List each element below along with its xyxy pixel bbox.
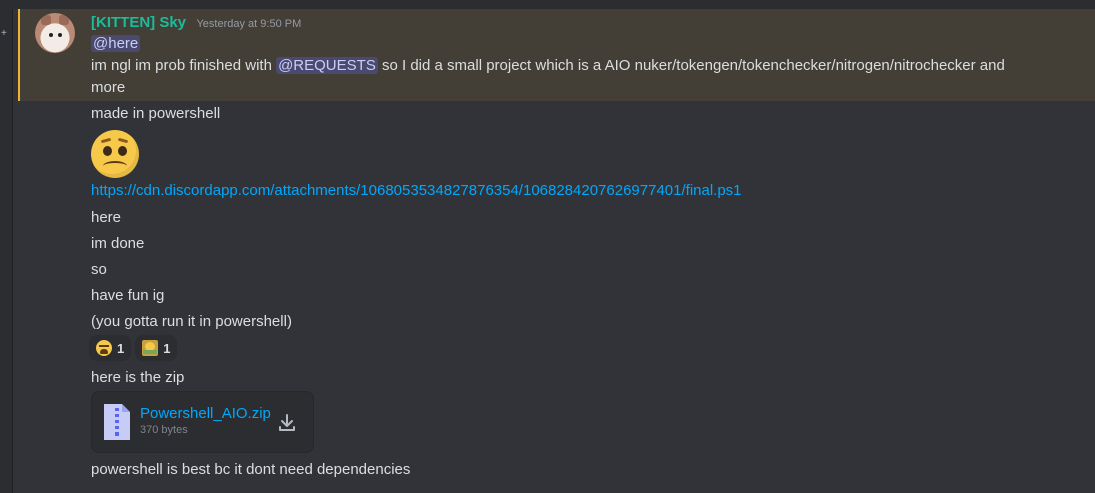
message-here-zip: here is the zip bbox=[91, 369, 185, 386]
message-so: so bbox=[91, 261, 107, 278]
zip-file-icon bbox=[104, 404, 130, 440]
emoji-eye-right bbox=[118, 146, 127, 156]
avatar-ear-right bbox=[59, 15, 69, 25]
woozy-face-emoji[interactable] bbox=[91, 130, 139, 178]
reaction-money[interactable]: 1 bbox=[135, 335, 178, 361]
rail-divider bbox=[12, 9, 13, 493]
emoji-mouth bbox=[103, 161, 127, 171]
timestamp[interactable]: Yesterday at 9:50 PM bbox=[196, 18, 301, 30]
attachment-link[interactable]: https://cdn.discordapp.com/attachments/1… bbox=[91, 181, 742, 201]
mention-role[interactable]: @REQUESTS bbox=[276, 57, 378, 74]
message-im-done: im done bbox=[91, 235, 145, 252]
message-header: [KITTEN] Sky Yesterday at 9:50 PM bbox=[91, 14, 301, 32]
message-made-in: made in powershell bbox=[91, 105, 221, 122]
message-powershell-best: powershell is best bc it dont need depen… bbox=[91, 461, 411, 478]
emoji-brow-right bbox=[117, 137, 129, 144]
message-have-fun: have fun ig bbox=[91, 287, 165, 304]
money-mouth-icon bbox=[142, 340, 159, 356]
username[interactable]: [KITTEN] Sky bbox=[91, 14, 186, 31]
avatar-ear-left bbox=[41, 15, 51, 25]
left-rail: + bbox=[0, 9, 12, 493]
line-text-prefix: im ngl im prob finished with bbox=[91, 57, 277, 74]
message-here: here bbox=[91, 209, 122, 226]
file-size: 370 bytes bbox=[140, 424, 188, 436]
emoji-brow-left bbox=[100, 137, 112, 144]
mention-here[interactable]: @here bbox=[91, 35, 141, 52]
message-line-here: @here bbox=[91, 34, 141, 54]
reaction-count: 1 bbox=[117, 340, 125, 356]
avatar-eye-left bbox=[49, 33, 53, 37]
message-line-wrap: more bbox=[91, 79, 126, 96]
file-attachment: Powershell_AIO.zip 370 bytes bbox=[91, 391, 314, 453]
line-text-suffix: so I did a small project which is a AIO … bbox=[377, 57, 1005, 74]
avatar-eye-right bbox=[58, 33, 62, 37]
top-strip bbox=[0, 0, 1095, 9]
weary-face-icon bbox=[96, 340, 112, 356]
reaction-count: 1 bbox=[163, 340, 171, 356]
reaction-weary[interactable]: 1 bbox=[89, 335, 132, 361]
add-icon[interactable]: + bbox=[1, 29, 7, 39]
emoji-eye-left bbox=[103, 146, 112, 156]
message-line-main: im ngl im prob finished with @REQUESTS s… bbox=[91, 56, 1005, 76]
file-name[interactable]: Powershell_AIO.zip bbox=[140, 405, 271, 422]
reactions-bar: 1 1 bbox=[89, 335, 178, 361]
message-run-it: (you gotta run it in powershell) bbox=[91, 313, 292, 330]
avatar[interactable] bbox=[35, 13, 75, 53]
download-icon[interactable] bbox=[276, 412, 298, 434]
